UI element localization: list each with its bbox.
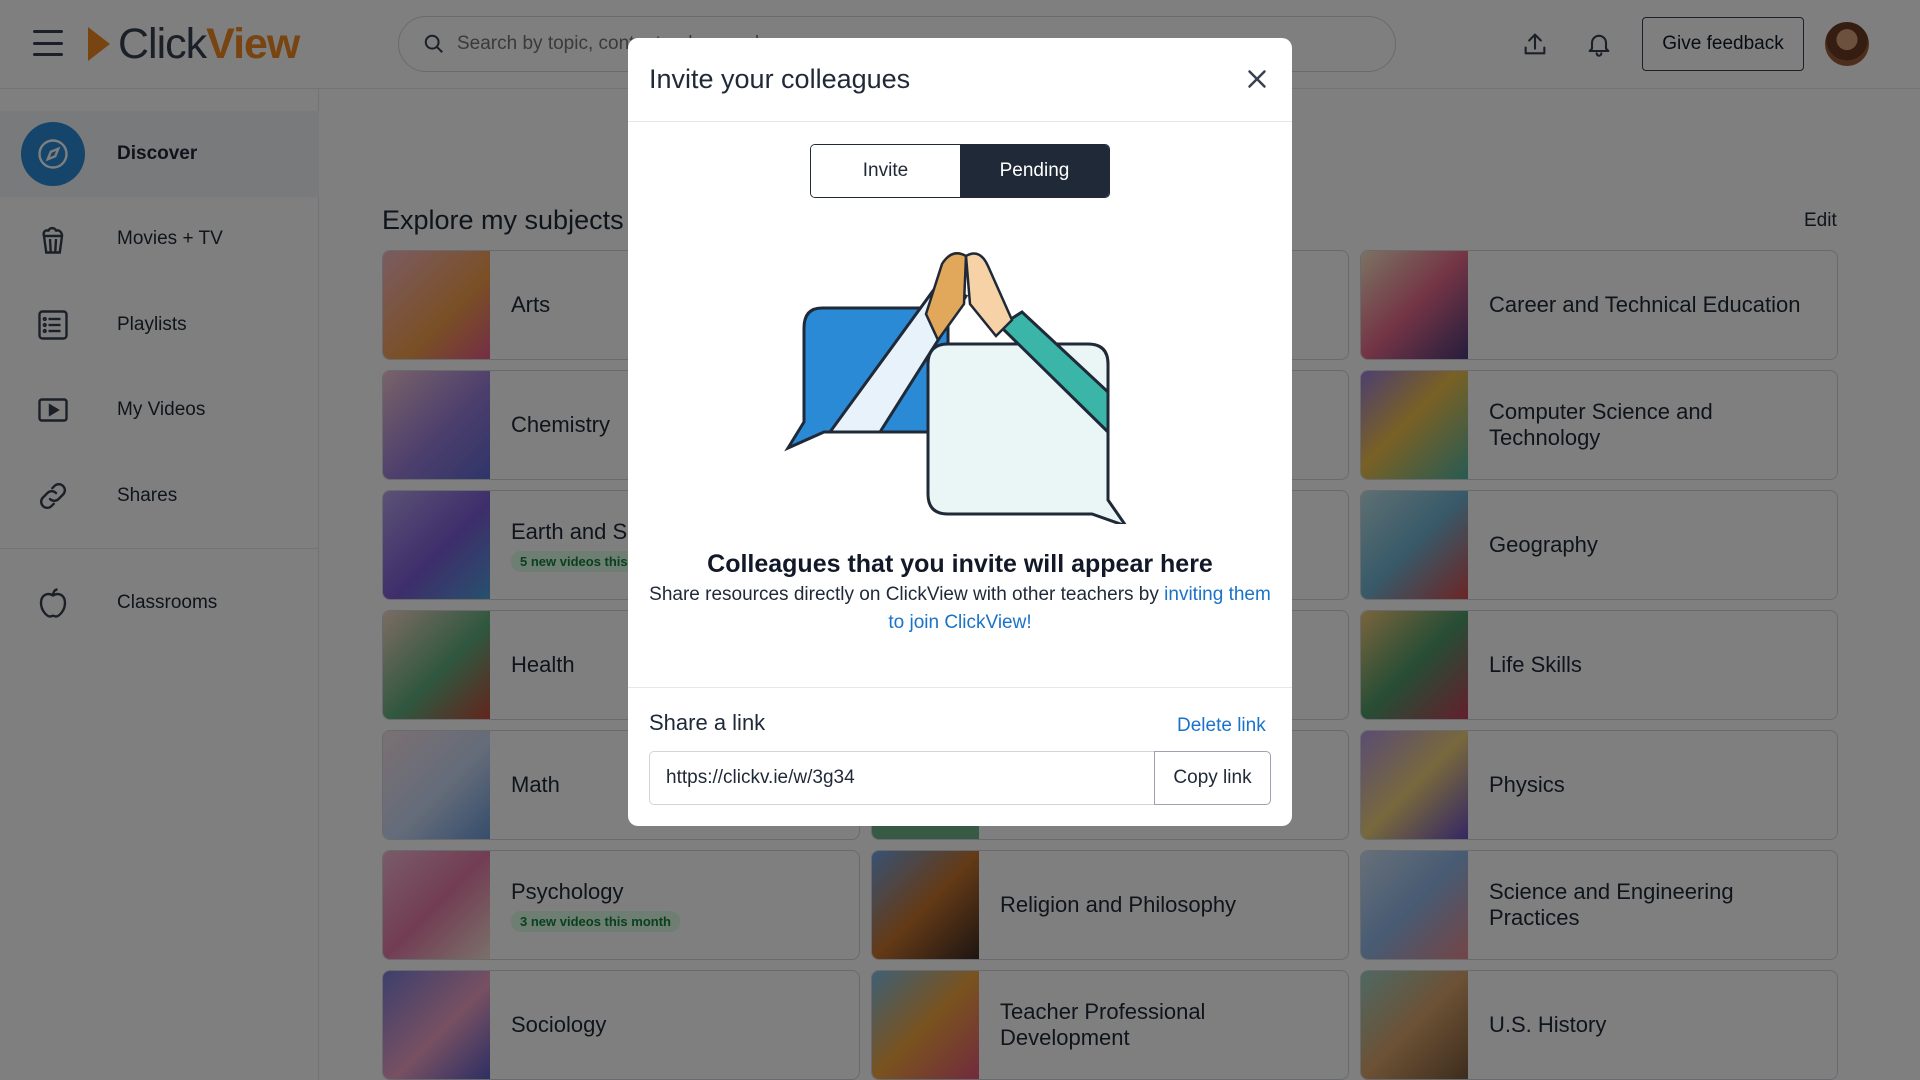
empty-state-title: Colleagues that you invite will appear h…: [707, 550, 1213, 578]
high-five-illustration: [784, 252, 1127, 524]
invite-colleagues-modal: Invite your colleagues Invite Pending Co…: [628, 38, 1292, 826]
empty-state-description: Share resources directly on ClickView wi…: [649, 584, 1271, 633]
modal-header: Invite your colleagues: [628, 38, 1292, 122]
delete-link-button[interactable]: Delete link: [1177, 715, 1266, 737]
close-icon: [1248, 70, 1266, 88]
copy-link-button[interactable]: Copy link: [1154, 751, 1271, 805]
share-link-label: Share a link: [649, 710, 766, 735]
modal-divider: [628, 687, 1292, 688]
tab-pending[interactable]: Pending: [960, 145, 1109, 197]
modal-title: Invite your colleagues: [649, 64, 911, 94]
invite-pending-toggle: Invite Pending: [810, 144, 1110, 198]
tab-invite[interactable]: Invite: [811, 145, 960, 197]
share-link-field[interactable]: [649, 751, 1154, 805]
close-button[interactable]: [1242, 64, 1272, 94]
